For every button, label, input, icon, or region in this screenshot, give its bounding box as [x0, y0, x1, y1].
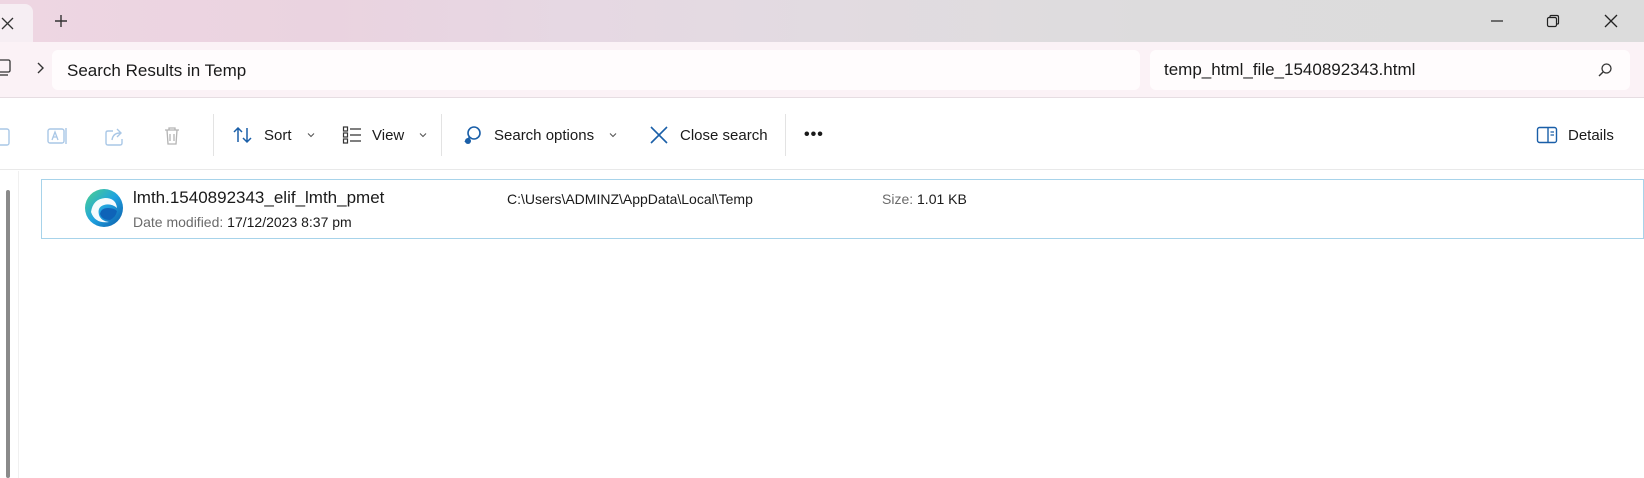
chevron-down-icon — [609, 133, 617, 138]
result-folder-path: C:\Users\ADMINZ\AppData\Local\Temp — [507, 191, 753, 207]
delete-icon[interactable] — [161, 125, 183, 147]
edge-browser-icon — [85, 189, 123, 227]
title-bar — [0, 0, 1644, 42]
details-pane-button[interactable]: Details — [1536, 114, 1614, 156]
sort-button[interactable]: Sort — [232, 114, 316, 156]
toolbar-separator — [213, 114, 214, 156]
more-options-icon: ••• — [804, 126, 824, 143]
details-label: Details — [1568, 126, 1614, 144]
close-icon — [1604, 14, 1618, 28]
view-label: View — [372, 126, 405, 144]
chevron-right-icon[interactable] — [34, 60, 46, 76]
close-search-button[interactable]: Close search — [648, 114, 768, 156]
paste-icon[interactable] — [0, 125, 14, 147]
toolbar-separator — [785, 114, 786, 156]
view-icon — [342, 126, 361, 144]
search-options-label: Search options — [494, 126, 595, 144]
search-options-button[interactable]: Search options — [462, 114, 618, 156]
minimize-icon — [1491, 20, 1503, 22]
minimize-button[interactable] — [1474, 6, 1520, 36]
result-date-modified: Date modified: 17/12/2023 8:37 pm — [133, 214, 352, 230]
search-result-row[interactable]: lmth.1540892343_elif_lmth_pmet Date modi… — [41, 179, 1644, 239]
search-input[interactable] — [1164, 59, 1564, 81]
search-box[interactable] — [1150, 50, 1630, 90]
close-search-icon — [650, 126, 668, 144]
size-value: 1.01 KB — [917, 191, 967, 207]
size-label: Size: — [882, 191, 914, 207]
scrollbar-thumb[interactable] — [6, 190, 10, 478]
sort-label: Sort — [264, 126, 292, 144]
close-tab-icon[interactable] — [0, 16, 16, 32]
close-search-label: Close search — [680, 126, 768, 144]
sort-icon — [233, 126, 252, 144]
tab-search-results[interactable] — [0, 4, 33, 42]
address-path: Search Results in Temp — [67, 61, 247, 80]
address-row: Search Results in Temp — [0, 42, 1644, 98]
chevron-down-icon — [307, 133, 314, 138]
new-tab-icon[interactable] — [52, 12, 70, 30]
result-size: Size: 1.01 KB — [882, 191, 967, 207]
date-modified-value: 17/12/2023 8:37 pm — [227, 214, 352, 230]
results-pane: lmth.1540892343_elif_lmth_pmet Date modi… — [0, 171, 1644, 478]
command-bar: Sort View Search options Close search ••… — [0, 100, 1644, 170]
result-file-name[interactable]: lmth.1540892343_elif_lmth_pmet — [133, 188, 384, 208]
restore-button[interactable] — [1530, 6, 1576, 36]
search-options-icon — [464, 126, 481, 144]
this-pc-icon[interactable] — [0, 58, 12, 78]
rename-icon[interactable] — [46, 125, 68, 147]
restore-icon — [1546, 14, 1560, 28]
details-pane-icon — [1536, 126, 1558, 144]
share-icon[interactable] — [104, 125, 126, 147]
view-button[interactable]: View — [342, 114, 428, 156]
search-icon[interactable] — [1597, 62, 1613, 78]
date-modified-label: Date modified: — [133, 214, 224, 230]
more-options-button[interactable]: ••• — [804, 114, 824, 156]
close-window-button[interactable] — [1588, 6, 1634, 36]
vertical-scrollbar[interactable] — [0, 171, 19, 478]
chevron-down-icon — [419, 133, 427, 138]
address-bar[interactable]: Search Results in Temp — [52, 50, 1140, 90]
toolbar-separator — [441, 114, 442, 156]
